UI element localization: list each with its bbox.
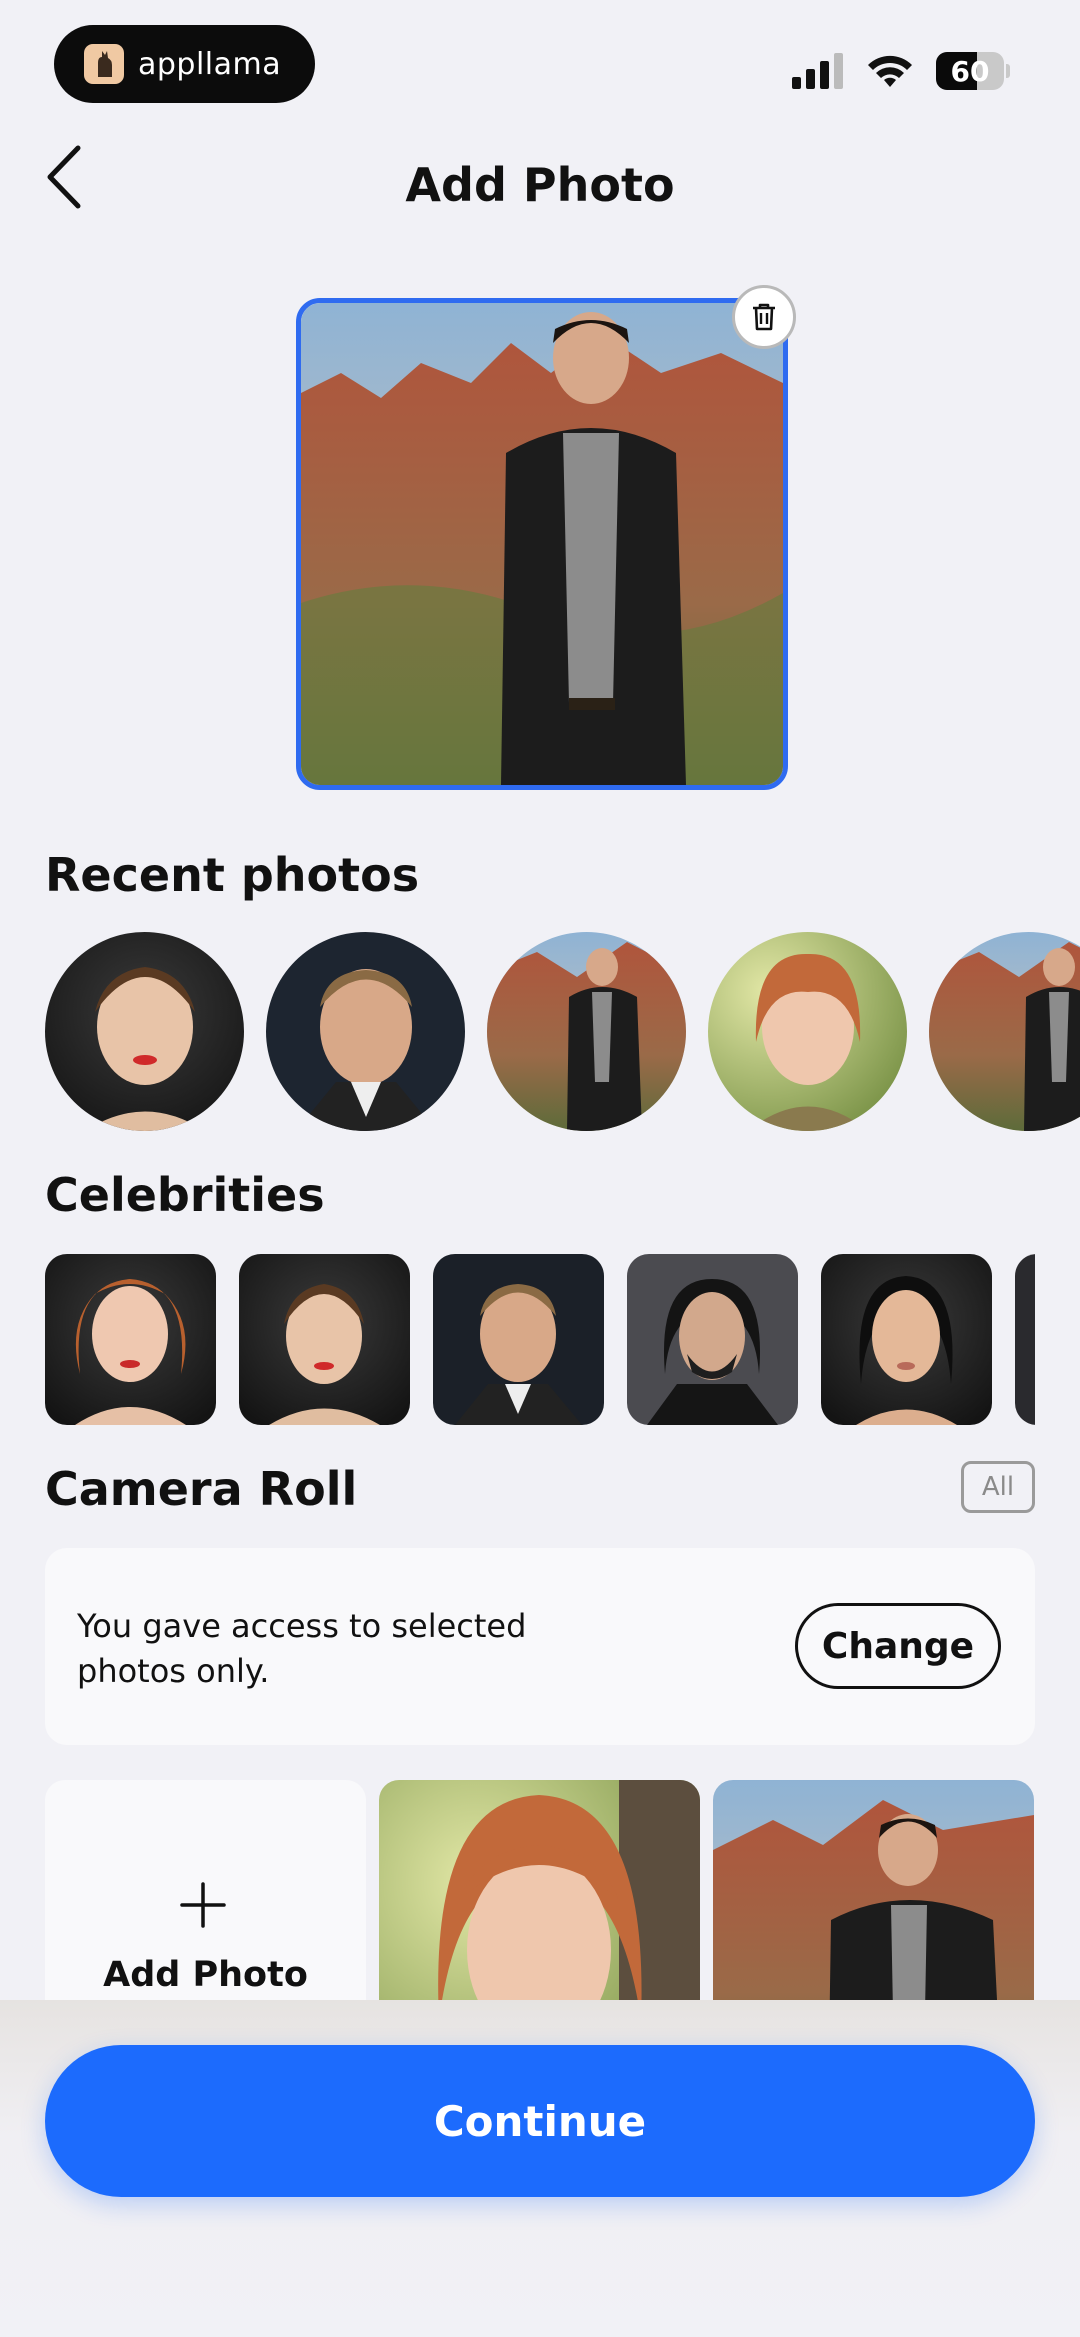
recent-photo-thumbnail[interactable] [487, 932, 686, 1131]
celebrities-heading: Celebrities [45, 1168, 325, 1222]
add-photo-tile[interactable]: Add Photo [45, 1780, 366, 2000]
page-title: Add Photo [405, 158, 675, 212]
access-message: You gave access to selected photos only. [77, 1607, 527, 1690]
limited-access-card: You gave access to selected photos only.… [45, 1548, 1035, 1745]
camera-roll-photo[interactable] [379, 1780, 700, 2000]
plus-icon [180, 1882, 226, 1928]
delete-photo-button[interactable] [732, 285, 796, 349]
celebrity-thumbnail[interactable] [45, 1254, 216, 1425]
trash-icon [753, 303, 775, 331]
battery-level: 60 [950, 54, 990, 88]
celebrity-thumbnail[interactable] [1015, 1254, 1035, 1425]
celebrity-thumbnail[interactable] [239, 1254, 410, 1425]
camera-roll-grid: Add Photo [45, 1780, 1035, 2000]
recent-photo-thumbnail[interactable] [45, 932, 244, 1131]
app-badge: appllama [54, 25, 315, 103]
celebrity-thumbnail[interactable] [821, 1254, 992, 1425]
battery-indicator: 60 [936, 52, 1004, 90]
camera-roll-heading: Camera Roll [45, 1462, 358, 1516]
celebrity-thumbnail[interactable] [627, 1254, 798, 1425]
recent-photos-heading: Recent photos [45, 848, 420, 902]
celebrities-list [45, 1254, 1035, 1425]
see-all-button[interactable]: All [961, 1461, 1035, 1513]
recent-photo-thumbnail[interactable] [708, 932, 907, 1131]
status-icons: 60 [792, 52, 1010, 90]
camera-roll-photo[interactable] [713, 1780, 1034, 2000]
recent-photos-list [45, 932, 1080, 1131]
recent-photo-thumbnail[interactable] [266, 932, 465, 1131]
change-access-button[interactable]: Change [795, 1603, 1001, 1689]
add-photo-label: Add Photo [103, 1955, 308, 1995]
brand-name: appllama [138, 46, 282, 82]
celebrity-thumbnail[interactable] [433, 1254, 604, 1425]
llama-icon [84, 44, 124, 84]
continue-button[interactable]: Continue [45, 2045, 1035, 2197]
wifi-icon [868, 55, 912, 87]
recent-photo-thumbnail[interactable] [929, 932, 1080, 1131]
selected-photo[interactable] [296, 298, 788, 790]
signal-icon [792, 53, 843, 89]
